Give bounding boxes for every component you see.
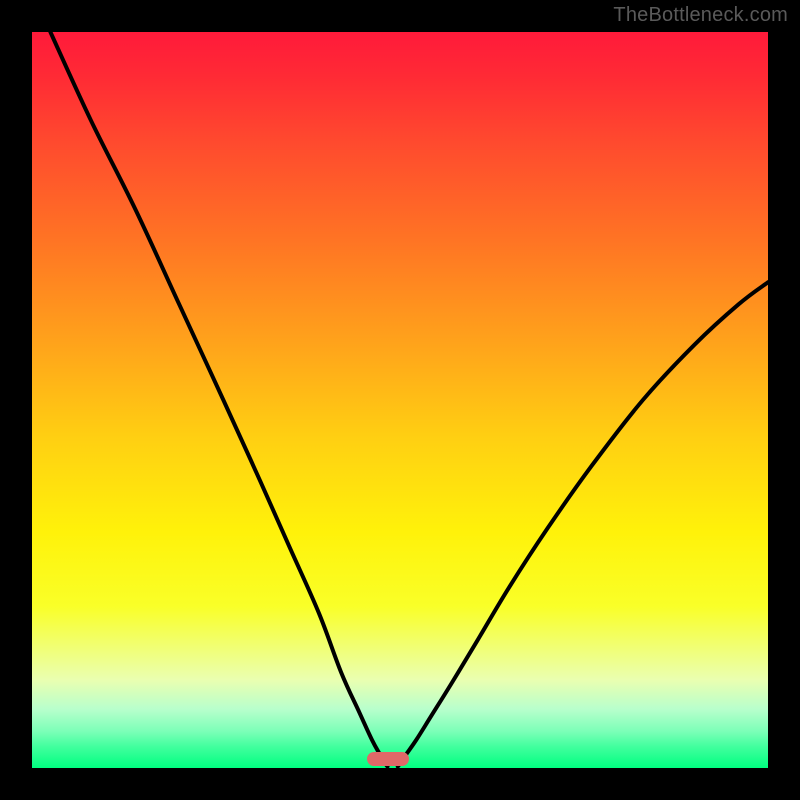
right-curve [398, 282, 768, 766]
minimum-marker [367, 752, 409, 766]
watermark-text: TheBottleneck.com [613, 4, 788, 27]
plot-area [32, 32, 768, 768]
chart-frame: TheBottleneck.com [0, 0, 800, 800]
curve-overlay [32, 32, 768, 768]
left-curve [50, 32, 387, 767]
